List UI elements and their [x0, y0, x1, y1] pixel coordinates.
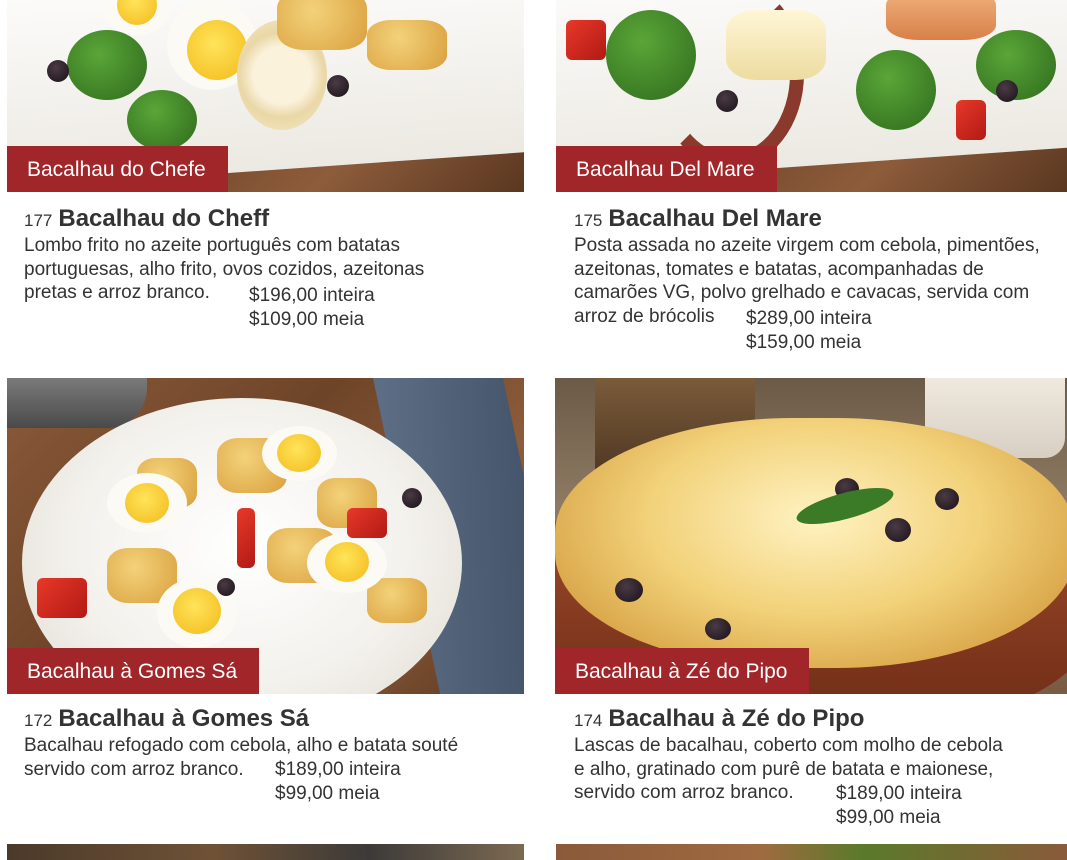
photo-label: Bacalhau à Gomes Sá [7, 648, 260, 694]
desc-line: Posta assada no azeite virgem com cebola… [574, 235, 1040, 256]
photo-label: Bacalhau do Chefe [7, 146, 228, 192]
desc-line: Bacalhau refogado com cebola, alho e bat… [24, 735, 459, 756]
dish-photo-next-left [7, 844, 524, 860]
item-number: 174 [574, 711, 603, 730]
photo-label: Bacalhau à Zé do Pipo [555, 648, 810, 694]
price-full: $196,00 inteira [249, 285, 375, 306]
item-name: Bacalhau à Zé do Pipo [608, 705, 865, 732]
price-full: $289,00 inteira [746, 308, 872, 329]
item-title: 172 Bacalhau à Gomes Sá [24, 705, 309, 733]
price-half: $99,00 meia [275, 783, 380, 804]
dish-photo-next-right [556, 844, 1067, 860]
desc-line: Lombo frito no azeite português com bata… [24, 235, 401, 256]
desc-line: e alho, gratinado com purê de batata e m… [574, 758, 994, 780]
item-number: 177 [24, 211, 53, 230]
price-half: $109,00 meia [249, 309, 365, 330]
price-half: $159,00 meia [746, 332, 862, 353]
item-title: 175 Bacalhau Del Mare [574, 205, 822, 233]
item-number: 175 [574, 211, 603, 230]
price-full: $189,00 inteira [836, 783, 962, 804]
dish-photo-bacalhau-do-chefe: Bacalhau do Chefe [7, 0, 524, 192]
dish-photo-bacalhau-a-ze-do-pipo: Bacalhau à Zé do Pipo [555, 378, 1067, 694]
price-full: $189,00 inteira [275, 759, 401, 780]
desc-line: Lascas de bacalhau, coberto com molho de… [574, 735, 1003, 756]
item-name: Bacalhau do Cheff [58, 205, 270, 232]
item-title: 174 Bacalhau à Zé do Pipo [574, 705, 864, 733]
photo-label: Bacalhau Del Mare [556, 146, 777, 192]
dish-photo-bacalhau-a-gomes-sa: Bacalhau à Gomes Sá [7, 378, 524, 694]
desc-line: camarões VG, polvo grelhado e cavacas, s… [574, 282, 1030, 303]
desc-line: portuguesas, alho frito, ovos cozidos, a… [24, 258, 425, 280]
item-name: Bacalhau à Gomes Sá [58, 705, 310, 732]
dish-photo-bacalhau-del-mare: Bacalhau Del Mare [556, 0, 1067, 192]
item-number: 172 [24, 711, 53, 730]
desc-line: azeitonas, tomates e batatas, acompanhad… [574, 258, 984, 280]
item-title: 177 Bacalhau do Cheff [24, 205, 269, 233]
item-name: Bacalhau Del Mare [608, 205, 822, 232]
price-half: $99,00 meia [836, 807, 941, 828]
